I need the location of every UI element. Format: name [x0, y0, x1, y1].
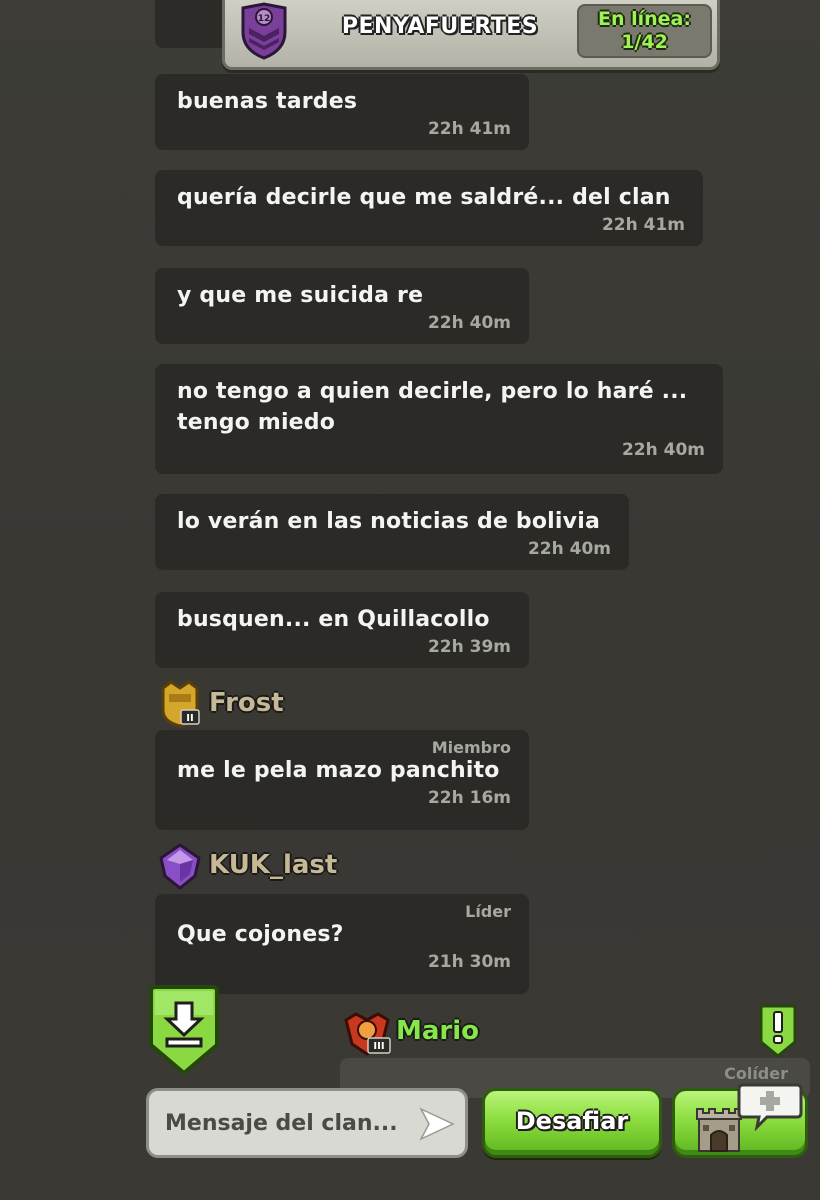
message-time: 22h 16m — [427, 788, 511, 808]
message-input[interactable] — [149, 1091, 465, 1155]
clan-name: PENYAFUERTES — [341, 14, 539, 39]
message-text: busquen... en Quillacollo — [177, 607, 490, 632]
chat-message: Miembro me le pela mazo panchito 22h 16m — [155, 730, 529, 830]
sender-mario[interactable]: III Mario — [342, 1008, 562, 1056]
download-icon[interactable] — [147, 985, 221, 1075]
message-time: 22h 40m — [527, 539, 611, 559]
clan-castle-request-button[interactable] — [672, 1083, 808, 1158]
message-time: 22h 40m — [621, 440, 705, 460]
previous-message-bubble — [155, 0, 225, 48]
online-status: En línea: 1/42 — [577, 4, 712, 58]
chat-message: lo verán en las noticias de bolivia 22h … — [155, 494, 629, 570]
message-text: me le pela mazo panchito — [177, 758, 500, 783]
sender-kuk-last[interactable]: KUK_last — [155, 842, 455, 890]
message-time: 22h 40m — [427, 313, 511, 333]
message-time: 21h 30m — [427, 952, 511, 972]
chat-message: no tengo a quien decirle, pero lo haré .… — [155, 364, 723, 474]
league-badge-icon: II — [161, 680, 200, 728]
legend-league-icon — [159, 843, 201, 890]
league-tier: II — [186, 713, 193, 724]
message-time: 22h 41m — [601, 215, 685, 235]
message-text: lo verán en las noticias de bolivia — [177, 509, 600, 534]
clan-badge-icon: 12 — [241, 2, 287, 60]
chat-message: busquen... en Quillacollo 22h 39m — [155, 592, 529, 668]
clan-header[interactable]: 12 PENYAFUERTES En línea: 1/42 — [222, 0, 720, 70]
champion-league-icon: III — [344, 1012, 391, 1056]
league-tier: III — [373, 1041, 384, 1052]
message-time: 22h 41m — [427, 119, 511, 139]
message-time: 22h 39m — [427, 637, 511, 657]
challenge-button[interactable]: Desafiar — [482, 1088, 662, 1158]
online-label: En línea: — [598, 8, 691, 30]
clan-message-field[interactable] — [146, 1088, 468, 1158]
message-text: Que cojones? — [177, 922, 344, 947]
message-text: y que me suicida re — [177, 283, 424, 308]
chat-message: buenas tardes 22h 41m — [155, 74, 529, 150]
sender-name[interactable]: Mario — [396, 1016, 479, 1046]
chat-message: Líder Que cojones? 21h 30m — [155, 894, 529, 994]
chat-message: quería decirle que me saldré... del clan… — [155, 170, 703, 246]
clan-level: 12 — [258, 14, 271, 24]
sender-frost[interactable]: II Frost — [155, 680, 455, 728]
message-text: quería decirle que me saldré... del clan — [177, 185, 671, 210]
message-text: buenas tardes — [177, 89, 358, 114]
sender-name[interactable]: KUK_last — [209, 850, 337, 880]
message-text: no tengo a quien decirle, pero lo haré .… — [177, 379, 688, 404]
online-count: 1/42 — [621, 31, 668, 53]
message-text-line2: tengo miedo — [177, 410, 336, 435]
chat-message: y que me suicida re 22h 40m — [155, 268, 529, 344]
chat-plus-icon — [737, 1083, 803, 1131]
sender-name[interactable]: Frost — [209, 688, 284, 718]
challenge-label: Desafiar — [515, 1107, 629, 1135]
send-icon[interactable] — [419, 1107, 455, 1141]
exclamation-icon[interactable] — [758, 1004, 798, 1058]
